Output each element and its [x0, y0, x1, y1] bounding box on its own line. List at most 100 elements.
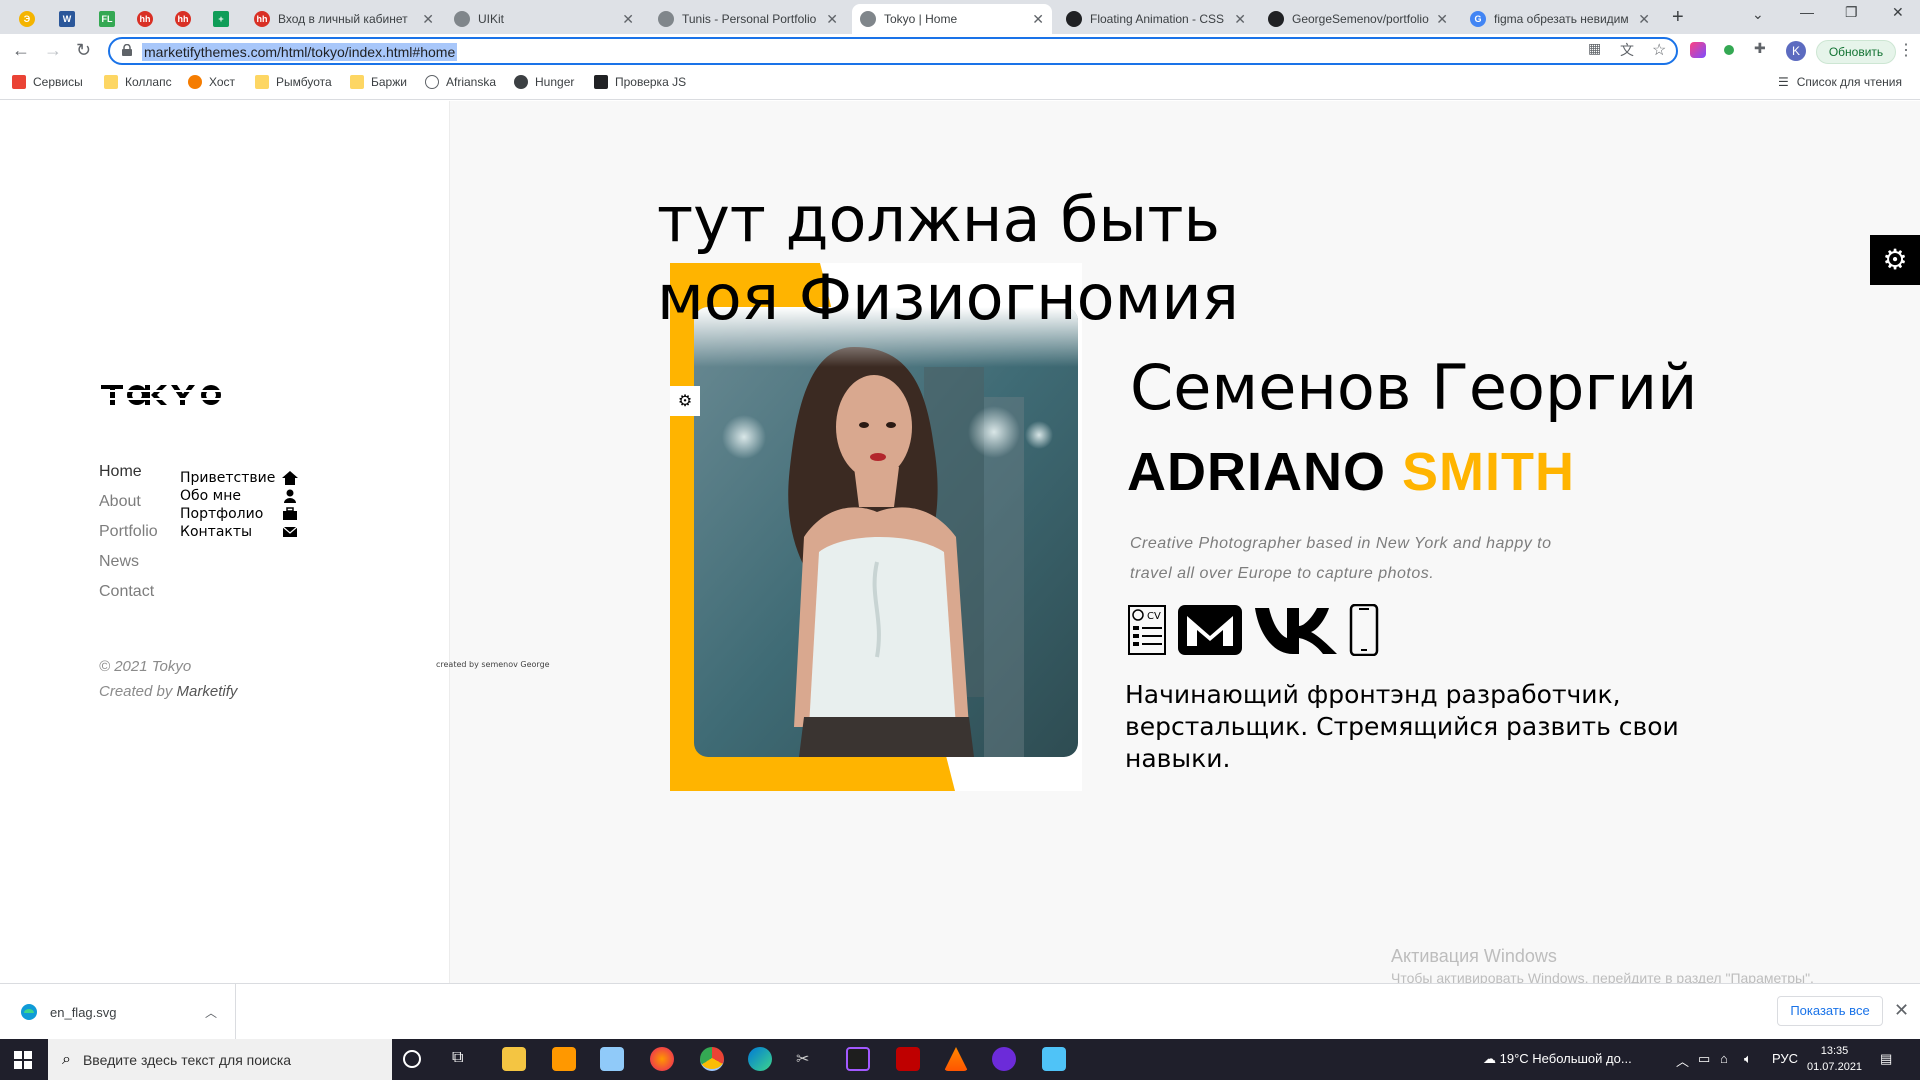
volume-icon[interactable]: 🔈︎ — [1744, 1051, 1752, 1067]
puzzle-icon[interactable]: ✚ — [1754, 40, 1766, 57]
bookmark-js-check[interactable]: Проверка JS — [594, 75, 686, 89]
close-tab-icon[interactable]: ✕ — [622, 11, 634, 28]
battery-icon[interactable]: ▭ — [1698, 1051, 1710, 1067]
vk-icon[interactable] — [1253, 604, 1339, 656]
new-tab-icon[interactable]: + — [1672, 6, 1684, 29]
photo-settings-gear-icon[interactable]: ⚙ — [670, 386, 700, 416]
pinned-tab[interactable]: W — [48, 4, 86, 34]
windows-start-icon[interactable] — [14, 1051, 32, 1069]
download-item[interactable]: en_flag.svg ︿ — [0, 984, 236, 1040]
pinned-tab[interactable]: + — [202, 4, 240, 34]
pinned-tab[interactable]: Э — [8, 4, 46, 34]
tab-tunis[interactable]: Tunis - Personal Portfolio ✕ — [650, 4, 846, 34]
extension-icon[interactable] — [1690, 42, 1706, 58]
home-icon — [282, 471, 298, 485]
ru-menu-about[interactable]: Обо мне — [180, 487, 298, 505]
url-text[interactable]: marketifythemes.com/html/tokyo/index.htm… — [142, 43, 458, 61]
bookmark-hunger[interactable]: Hunger — [514, 75, 574, 89]
tab-floating-animation[interactable]: Floating Animation - CSS ✕ — [1058, 4, 1254, 34]
weather-widget[interactable]: ☁ 19°C Небольшой до... — [1483, 1051, 1632, 1067]
close-tab-icon[interactable]: ✕ — [422, 11, 434, 28]
tab-search-icon[interactable]: ⌄ — [1752, 6, 1764, 23]
file-explorer-icon[interactable] — [502, 1047, 526, 1071]
vlc-icon[interactable] — [944, 1047, 968, 1071]
tab-google[interactable]: G figma обрезать невидим ✕ — [1462, 4, 1658, 34]
tab-hh[interactable]: hh Вход в личный кабинет ✕ — [246, 4, 442, 34]
bookmark-kollaps[interactable]: Коллапс — [104, 75, 172, 89]
created-by-link[interactable]: Marketify — [177, 683, 238, 700]
reload-icon[interactable]: ↻ — [76, 40, 91, 61]
restore-icon[interactable]: ❐ — [1845, 4, 1858, 21]
nav-news[interactable]: News — [99, 547, 158, 577]
show-all-downloads-button[interactable]: Показать все — [1777, 996, 1883, 1026]
update-button[interactable]: Обновить — [1816, 40, 1896, 64]
tab-title: figma обрезать невидим — [1494, 12, 1629, 26]
kebab-menu-icon[interactable]: ⋮ — [1898, 40, 1914, 60]
qr-code-icon[interactable]: ▦ — [1588, 40, 1601, 57]
ru-menu-greeting[interactable]: Приветствие — [180, 469, 298, 487]
close-window-icon[interactable]: ✕ — [1892, 4, 1904, 21]
phone-icon[interactable] — [1349, 604, 1379, 656]
bookmark-star-icon[interactable]: ☆ — [1652, 40, 1666, 60]
close-tab-icon[interactable]: ✕ — [1234, 11, 1246, 28]
cortana-icon[interactable] — [403, 1050, 421, 1068]
close-tab-icon[interactable]: ✕ — [1436, 11, 1448, 28]
task-view-icon[interactable]: ⧉ — [452, 1049, 476, 1073]
rdp-app-icon[interactable] — [1042, 1047, 1066, 1071]
reading-list[interactable]: ☰ Список для чтения — [1778, 75, 1902, 89]
envelope-icon — [282, 526, 298, 537]
taskbar-clock[interactable]: 13:35 01.07.2021 — [1807, 1043, 1862, 1075]
profile-avatar[interactable]: K — [1786, 41, 1806, 61]
nav-contact[interactable]: Contact — [99, 577, 158, 607]
taskbar-search[interactable]: ⌕ Введите здесь текст для поиска — [48, 1039, 392, 1080]
filezilla-icon[interactable] — [896, 1047, 920, 1071]
ru-menu-portfolio[interactable]: Портфолио — [180, 505, 298, 523]
tab-tokyo-home[interactable]: Tokyo | Home ✕ — [852, 4, 1052, 34]
snipping-tool-icon[interactable]: ✂ — [796, 1049, 820, 1073]
author-credit: created by semenov George — [436, 660, 550, 669]
tab-github[interactable]: GeorgeSemenov/portfolio ✕ — [1260, 4, 1456, 34]
pinned-tab[interactable]: hh — [164, 4, 202, 34]
bookmark-barzhi[interactable]: Баржи — [350, 75, 407, 89]
bookmark-rymbuota[interactable]: Рымбуота — [255, 75, 332, 89]
pinned-tab[interactable]: FL — [88, 4, 126, 34]
bookmark-afrianska[interactable]: Afrianska — [425, 75, 496, 89]
translate-icon[interactable]: 文 — [1620, 40, 1634, 60]
pinned-tab[interactable]: hh — [126, 4, 164, 34]
tab-uikit[interactable]: UIKit ✕ — [446, 4, 642, 34]
close-shelf-icon[interactable]: ✕ — [1894, 1000, 1909, 1021]
chrome-icon[interactable] — [700, 1047, 724, 1071]
network-icon[interactable]: ⌂ — [1720, 1051, 1728, 1066]
weather-text: 19°C Небольшой до... — [1499, 1051, 1632, 1066]
cv-icon[interactable]: CV — [1127, 604, 1167, 656]
bookmark-host[interactable]: Хост — [188, 75, 235, 89]
extension-green-icon[interactable] — [1724, 45, 1734, 55]
tray-overflow-icon[interactable]: ︿ — [1676, 1051, 1689, 1070]
forward-icon[interactable]: → — [44, 40, 62, 61]
overlay-title: тут должна быть моя Физиогномия — [657, 183, 1239, 334]
language-indicator[interactable]: РУС — [1772, 1051, 1798, 1066]
figma-icon[interactable] — [846, 1047, 870, 1071]
firefox-icon[interactable] — [650, 1047, 674, 1071]
notepad-icon[interactable] — [600, 1047, 624, 1071]
nav-about[interactable]: About — [99, 487, 158, 517]
nav-portfolio[interactable]: Portfolio — [99, 517, 158, 547]
close-tab-icon[interactable]: ✕ — [1638, 11, 1650, 28]
ru-menu-label: Приветствие — [180, 470, 276, 486]
back-icon[interactable]: ← — [12, 40, 30, 61]
bookmark-services[interactable]: Сервисы — [12, 75, 83, 89]
gmail-icon[interactable] — [1177, 604, 1243, 656]
nav-home[interactable]: Home — [99, 457, 158, 487]
theme-settings-toggle[interactable]: ⚙ — [1870, 235, 1920, 285]
ru-menu-contacts[interactable]: Контакты — [180, 523, 298, 541]
notifications-icon[interactable]: ▤ — [1880, 1051, 1892, 1067]
chevron-up-icon[interactable]: ︿ — [205, 1004, 217, 1021]
sublime-text-icon[interactable] — [552, 1047, 576, 1071]
podcast-app-icon[interactable] — [992, 1047, 1016, 1071]
address-bar[interactable]: marketifythemes.com/html/tokyo/index.htm… — [108, 37, 1678, 65]
minimize-icon[interactable]: — — [1800, 4, 1814, 20]
close-tab-icon[interactable]: ✕ — [826, 11, 838, 28]
tab-favicon: Э — [19, 11, 35, 27]
edge-icon[interactable] — [748, 1047, 772, 1071]
close-tab-icon[interactable]: ✕ — [1032, 11, 1044, 28]
